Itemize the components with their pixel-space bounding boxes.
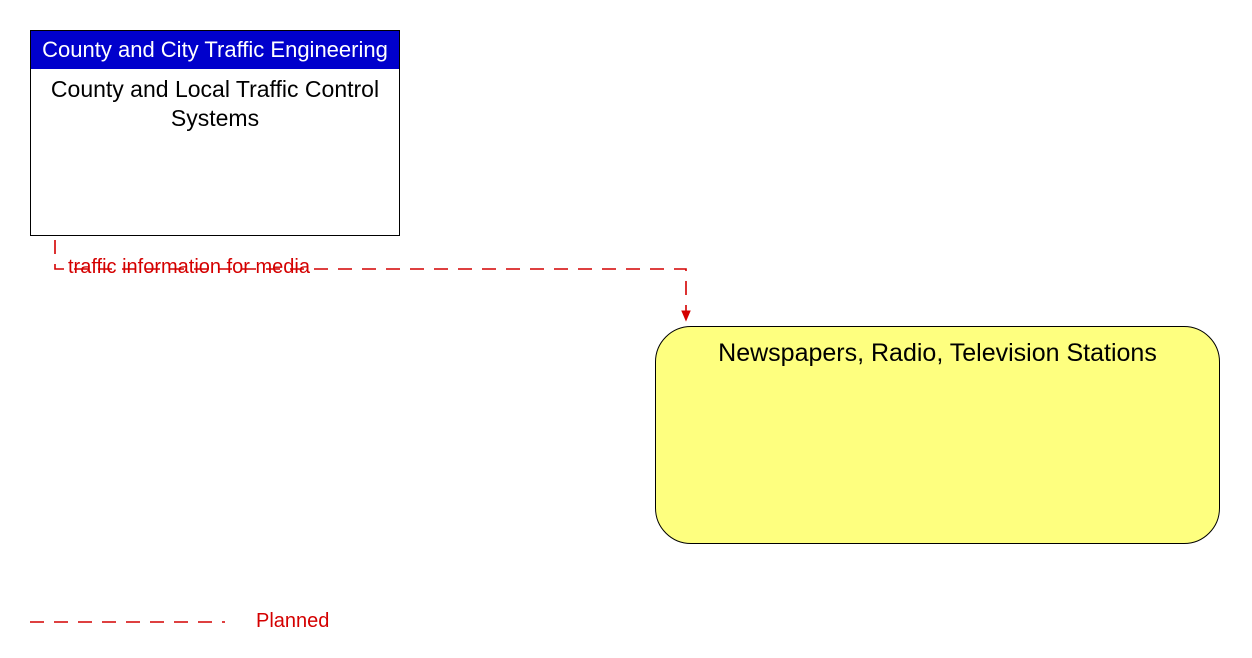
flow-line [55,240,686,320]
source-body: County and Local Traffic Control Systems [31,69,399,235]
source-node: County and City Traffic Engineering Coun… [30,30,400,236]
flow-label: traffic information for media [68,256,310,279]
source-header: County and City Traffic Engineering [31,31,399,69]
target-label: Newspapers, Radio, Television Stations [718,339,1157,367]
target-node: Newspapers, Radio, Television Stations [655,326,1220,544]
legend-label: Planned [256,610,329,633]
